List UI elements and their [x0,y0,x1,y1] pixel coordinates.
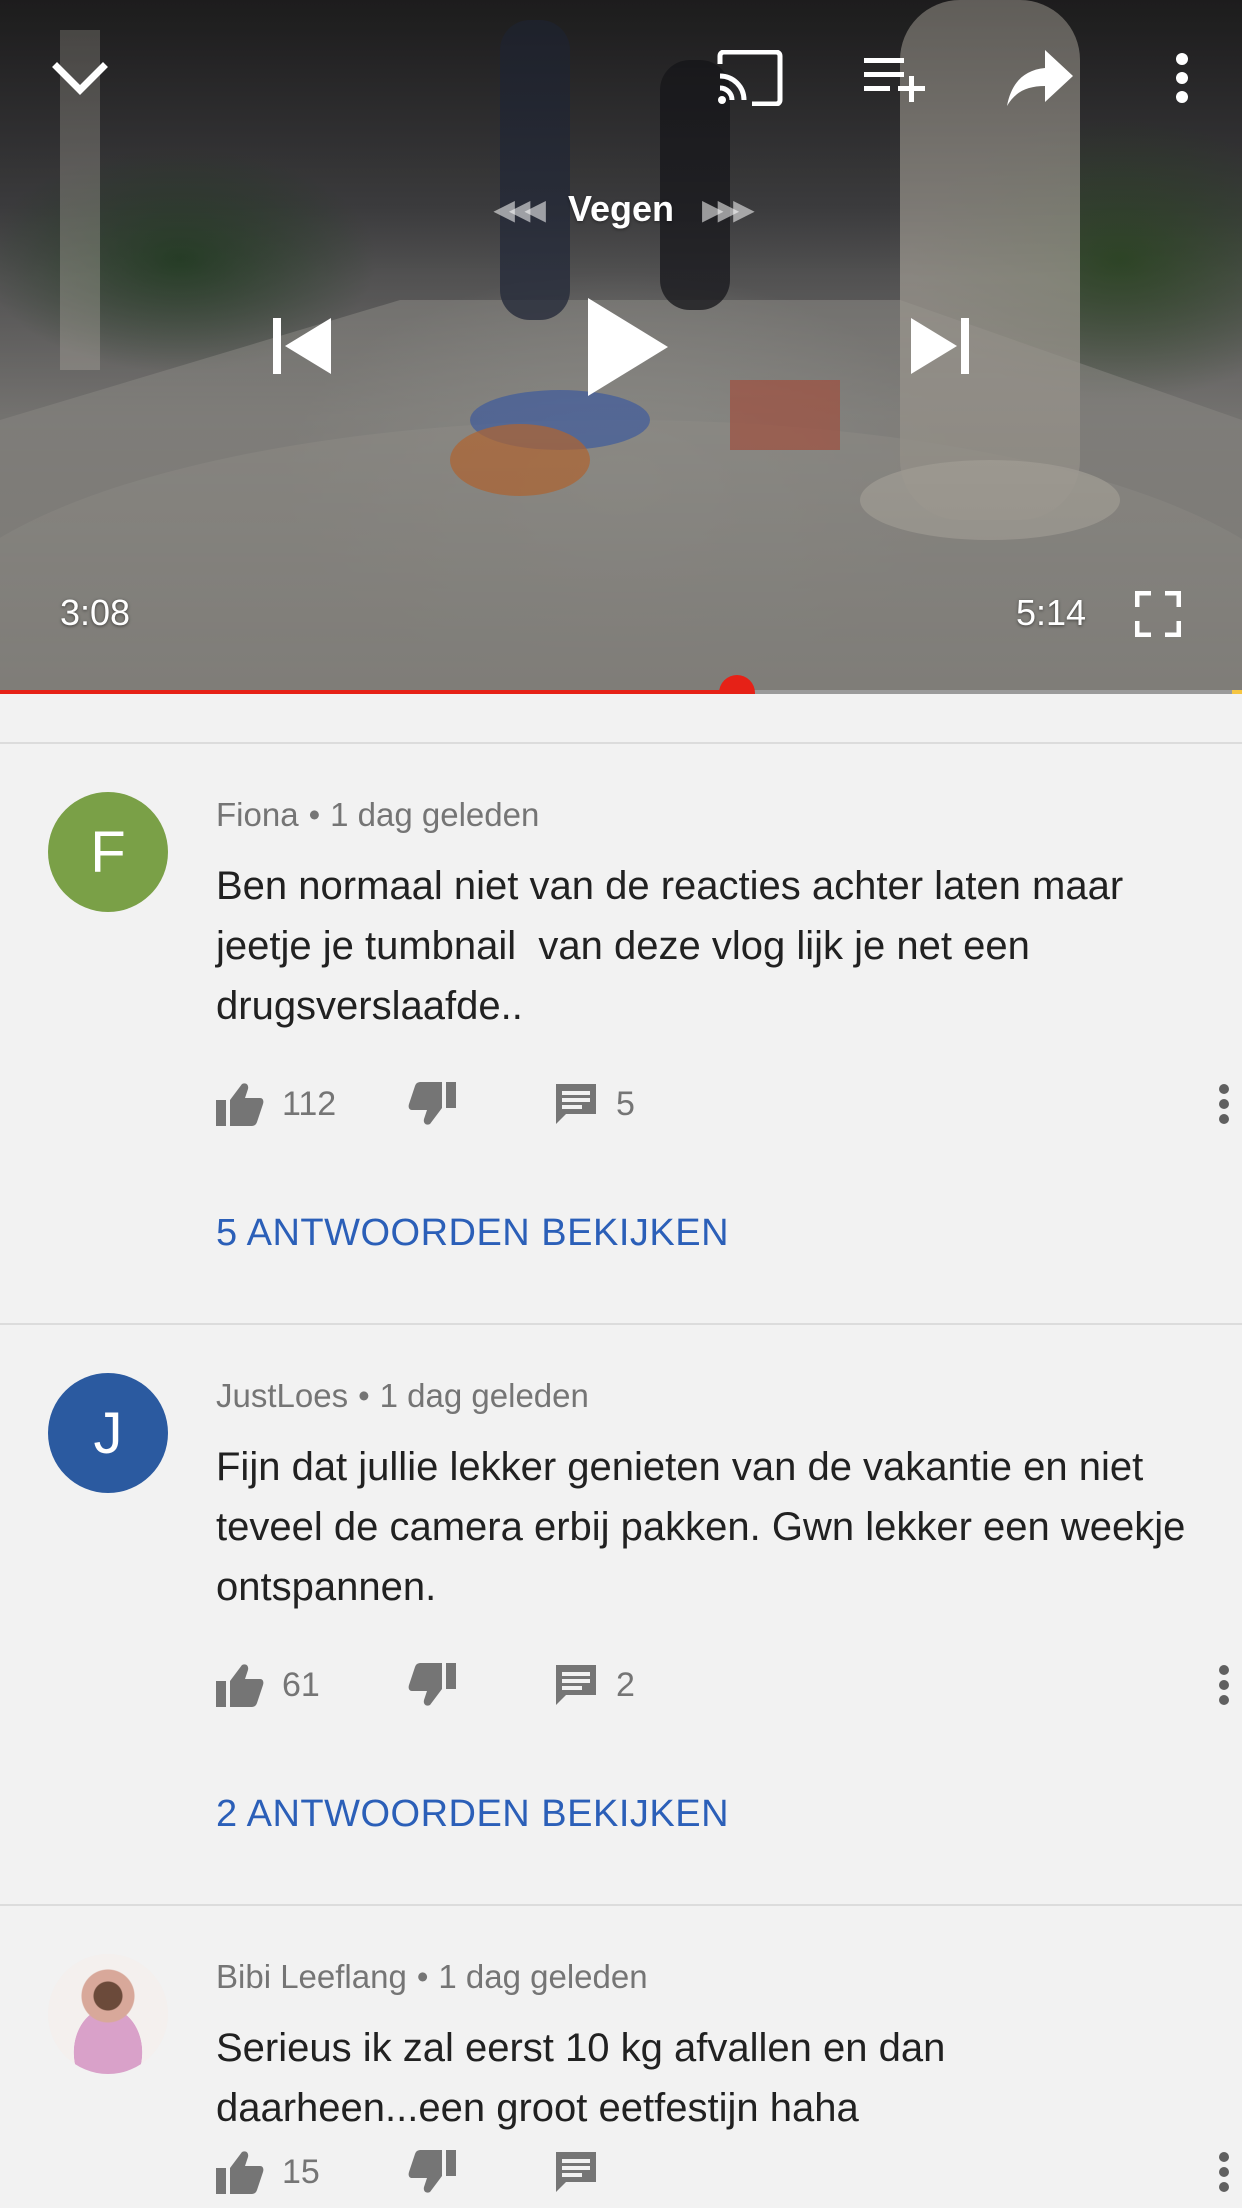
comment-icon [556,1084,596,1124]
seek-bar-played [0,690,737,694]
thumbs-up-icon [216,2151,264,2194]
dislike-button[interactable] [408,1074,456,1134]
meta-separator: • [308,796,321,833]
comment-menu-button[interactable] [1218,2142,1230,2202]
comment-meta: JustLoes • 1 dag geleden [216,1377,589,1415]
chevron-down-icon [52,62,108,95]
reply-button[interactable]: 2 [554,1655,635,1715]
more-vertical-icon [1219,1665,1229,1705]
avatar[interactable]: J [48,1373,168,1493]
dislike-button[interactable] [408,1655,456,1715]
comment-text: Serieus ik zal eerst 10 kg afvallen en d… [216,2026,957,2130]
meta-separator: • [416,1958,429,1995]
comment-author[interactable]: JustLoes [216,1377,348,1414]
share-button[interactable] [998,40,1082,116]
swipe-hint: ◀◀◀ Vegen ▶▶▶ [0,188,1242,230]
play-button[interactable] [572,292,682,402]
skip-next-icon [911,318,969,374]
add-to-playlist-button[interactable] [856,40,932,116]
cast-button[interactable] [712,40,788,116]
comment-menu-button[interactable] [1218,1074,1230,1134]
video-player[interactable]: ◀◀◀ Vegen ▶▶▶ 3:08 5:14 [0,0,1242,694]
comment-icon [556,1665,596,1705]
cast-icon [717,50,783,106]
seek-bar-marker [1232,690,1242,694]
like-count: 61 [282,1665,320,1704]
playlist-add-icon [864,58,925,102]
comment-author[interactable]: Fiona [216,796,299,833]
skip-previous-icon [273,318,331,374]
current-time: 3:08 [60,592,131,633]
thumbs-up-icon [216,1083,264,1126]
reply-button[interactable]: 5 [554,1074,635,1134]
comment-item: Bibi Leeflang • 1 dag geleden Serieus ik z… [0,1904,1242,2204]
avatar[interactable] [48,1954,168,2074]
previous-button[interactable] [262,306,342,386]
more-options-button[interactable] [1158,40,1206,116]
play-icon [588,298,668,396]
avatar-letter: J [93,1400,123,1466]
thumbs-up-icon [216,1664,264,1707]
avatar[interactable]: F [48,792,168,912]
avatar-letter: F [90,819,126,885]
comment-item: J JustLoes • 1 dag geleden Fijn dat jullie… [0,1323,1242,1904]
swipe-right-arrows-icon: ▶▶▶ [702,193,755,225]
reply-count: 2 [616,1665,635,1704]
more-vertical-icon [1219,2152,1229,2192]
comments-list: F Fiona • 1 dag geleden Ben normaal niet v… [0,742,1242,2204]
fullscreen-icon [1135,591,1181,637]
swipe-left-arrows-icon: ◀◀◀ [493,193,546,225]
swipe-hint-label: Vegen [567,188,675,229]
comment-menu-button[interactable] [1218,1655,1230,1715]
comment-icon [556,2152,596,2192]
more-vertical-icon [1219,1084,1229,1124]
comment-time: 1 dag geleden [330,796,540,833]
view-replies-link[interactable]: 2 ANTWOORDEN BEKIJKEN [216,1793,729,1836]
comment-author[interactable]: Bibi Leeflang [216,1958,407,1995]
share-arrow-icon [1007,50,1073,106]
comment-time: 1 dag geleden [379,1377,589,1414]
comment-actions: 15 [216,2142,1229,2202]
comment-meta: Bibi Leeflang • 1 dag geleden [216,1958,648,1996]
comment-item: F Fiona • 1 dag geleden Ben normaal niet v… [0,742,1242,1323]
thumbs-down-icon [408,1663,456,1706]
like-count: 112 [282,1084,337,1123]
view-replies-link[interactable]: 5 ANTWOORDEN BEKIJKEN [216,1212,729,1255]
comment-actions: 61 2 [216,1655,1229,1715]
like-count: 15 [282,2152,320,2191]
comment-actions: 112 5 [216,1074,1229,1134]
reply-button[interactable] [554,2142,598,2202]
thumbs-down-icon [408,1082,456,1125]
comment-time: 1 dag geleden [438,1958,648,1995]
duration: 5:14 [1016,592,1087,633]
thumbs-down-icon [408,2150,456,2193]
comment-text: Fijn dat jullie lekker genieten van de v… [216,1445,1197,1609]
next-button[interactable] [900,306,980,386]
like-button[interactable]: 15 [216,2142,320,2202]
seek-bar[interactable] [0,675,1242,694]
fullscreen-button[interactable] [1130,586,1186,642]
minimize-button[interactable] [44,44,116,116]
more-vertical-icon [1176,53,1188,103]
meta-separator: • [358,1377,370,1414]
reply-count: 5 [616,1084,635,1123]
dislike-button[interactable] [408,2142,456,2202]
like-button[interactable]: 112 [216,1074,336,1134]
comment-text: Ben normaal niet van de reacties achter … [216,864,1135,1028]
like-button[interactable]: 61 [216,1655,320,1715]
comment-meta: Fiona • 1 dag geleden [216,796,539,834]
